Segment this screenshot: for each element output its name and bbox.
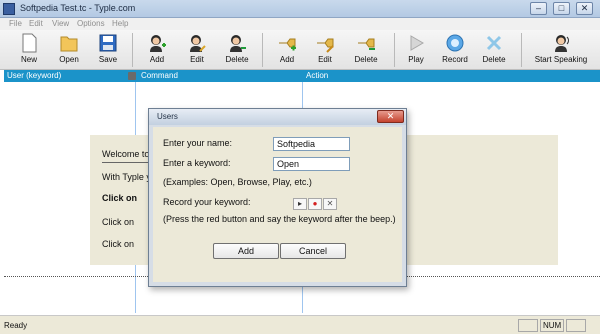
maximize-button[interactable]: □ xyxy=(553,2,570,15)
delete-action-button[interactable]: Delete xyxy=(476,31,512,69)
column-command[interactable]: Command xyxy=(141,70,178,82)
users-dialog: Users ✕ Enter your name: Enter a keyword… xyxy=(148,108,407,287)
save-disk-icon xyxy=(99,34,117,52)
user-delete-icon xyxy=(230,35,246,52)
toolbar: New Open Save Add Edit Delete Add Edit D… xyxy=(0,30,600,70)
name-label: Enter your name: xyxy=(163,138,233,148)
add-button[interactable]: Add xyxy=(213,243,279,259)
dialog-title-bar: Users ✕ xyxy=(149,109,406,125)
dialog-body: Enter your name: Enter a keyword: (Examp… xyxy=(153,127,402,282)
add-command-button[interactable]: Add xyxy=(270,31,304,69)
menu-edit[interactable]: Edit xyxy=(29,18,43,30)
toolbar-separator xyxy=(262,33,263,67)
menu-view[interactable]: View xyxy=(52,18,69,30)
command-add-icon xyxy=(279,38,296,51)
open-folder-icon xyxy=(60,36,78,52)
welcome-instruction: Click on xyxy=(102,239,135,249)
record-keyword-button[interactable]: ● xyxy=(308,198,322,210)
add-user-button[interactable]: Add xyxy=(140,31,174,69)
close-button[interactable]: ✕ xyxy=(576,2,593,15)
play-button[interactable]: Play xyxy=(400,31,432,69)
new-button[interactable]: New xyxy=(12,31,46,69)
menu-options[interactable]: Options xyxy=(77,18,105,30)
edit-user-button[interactable]: Edit xyxy=(180,31,214,69)
title-bar: Softpedia Test.tc - Typle.com – □ ✕ xyxy=(0,0,600,18)
command-marker-icon xyxy=(128,72,136,80)
column-user-keyword[interactable]: User (keyword) xyxy=(7,70,61,82)
delete-command-button[interactable]: Delete xyxy=(346,31,386,69)
record-button[interactable]: Record xyxy=(437,31,473,69)
welcome-heading: Welcome to xyxy=(102,149,150,159)
clear-keyword-button[interactable]: ✕ xyxy=(323,198,337,210)
command-edit-icon xyxy=(317,38,334,53)
menu-help[interactable]: Help xyxy=(112,18,128,30)
status-text: Ready xyxy=(4,321,28,330)
welcome-instruction: Click on xyxy=(102,193,138,203)
toolbar-separator xyxy=(132,33,133,67)
keyword-examples: (Examples: Open, Browse, Play, etc.) xyxy=(163,177,312,187)
edit-command-button[interactable]: Edit xyxy=(308,31,342,69)
status-bar: Ready NUM xyxy=(0,315,600,334)
menu-file[interactable]: File xyxy=(9,18,22,30)
column-action[interactable]: Action xyxy=(306,70,328,82)
toolbar-separator xyxy=(521,33,522,67)
minimize-button[interactable]: – xyxy=(530,2,547,15)
speaker-person-icon xyxy=(555,35,569,52)
keyword-label: Enter a keyword: xyxy=(163,158,231,168)
toolbar-separator xyxy=(394,33,395,67)
num-lock-indicator: NUM xyxy=(540,319,564,332)
dialog-close-button[interactable]: ✕ xyxy=(377,110,404,123)
column-header: User (keyword) Command Action xyxy=(4,70,600,82)
keyword-input[interactable] xyxy=(273,157,350,171)
user-add-icon xyxy=(150,35,166,52)
menu-bar: File Edit View Options Help xyxy=(0,18,600,30)
start-speaking-button[interactable]: Start Speaking xyxy=(530,31,592,69)
welcome-text: With Typle y xyxy=(102,172,151,182)
delete-user-button[interactable]: Delete xyxy=(218,31,256,69)
welcome-instruction: Click on xyxy=(102,217,135,227)
delete-x-icon xyxy=(486,35,502,51)
play-icon xyxy=(410,35,424,51)
user-edit-icon xyxy=(190,35,206,52)
save-button[interactable]: Save xyxy=(91,31,125,69)
name-input[interactable] xyxy=(273,137,350,151)
command-delete-icon xyxy=(358,38,375,50)
open-button[interactable]: Open xyxy=(52,31,86,69)
new-file-icon xyxy=(22,33,37,53)
play-keyword-button[interactable]: ▸ xyxy=(293,198,307,210)
record-instructions: (Press the red button and say the keywor… xyxy=(163,214,396,224)
cancel-button[interactable]: Cancel xyxy=(280,243,346,259)
status-panel xyxy=(566,319,586,332)
status-panel xyxy=(518,319,538,332)
record-label: Record your keyword: xyxy=(163,197,251,207)
window-title: Softpedia Test.tc - Typle.com xyxy=(20,3,136,13)
record-icon xyxy=(446,34,464,52)
dialog-title: Users xyxy=(157,112,178,121)
app-icon xyxy=(3,3,15,15)
